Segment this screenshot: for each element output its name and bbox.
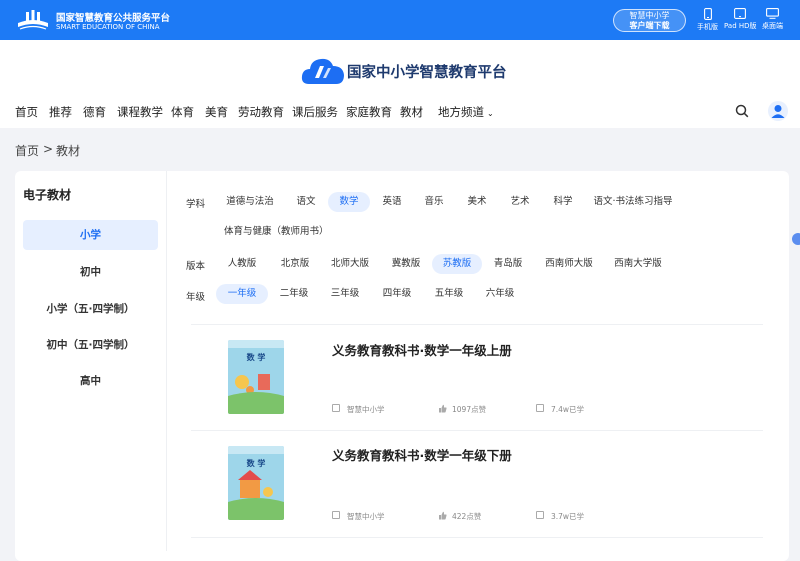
subject-chip-music[interactable]: 音乐	[416, 192, 452, 212]
device-desktop-label: 桌面端	[762, 22, 783, 30]
grade-chip-4[interactable]: 四年级	[379, 284, 415, 304]
subject-chip-english[interactable]: 英语	[374, 192, 410, 212]
edition-chip-jiangsu[interactable]: 苏教版	[432, 254, 482, 274]
book-likes: 422点赞	[452, 512, 482, 521]
edition-chip-qingdao[interactable]: 青岛版	[490, 254, 526, 274]
nav-item-arts[interactable]: 美育	[205, 104, 228, 120]
brand-name-en: SMART EDUCATION OF CHINA	[56, 23, 160, 31]
nav-item-sports[interactable]: 体育	[171, 104, 194, 120]
book-learned-count: 7.4w已学	[551, 405, 585, 414]
top-bar: 国家智慧教育公共服务平台 SMART EDUCATION OF CHINA 智慧…	[0, 0, 800, 40]
grade-chip-6[interactable]: 六年级	[482, 284, 518, 304]
learned-icon	[536, 404, 544, 412]
book-cover[interactable]: 数 学	[228, 340, 284, 414]
cover-illustration-icon	[228, 340, 284, 414]
subject-chip-math[interactable]: 数学	[328, 192, 370, 212]
book-likes: 1097点赞	[452, 405, 487, 414]
book-cover[interactable]: 数 学	[228, 446, 284, 520]
publisher-icon	[332, 404, 340, 412]
nav-item-moral[interactable]: 德育	[83, 104, 106, 120]
user-avatar[interactable]	[768, 101, 788, 121]
breadcrumb-current: 教材	[56, 144, 81, 158]
sidebar-item-junior[interactable]: 初中	[23, 257, 158, 287]
sidebar-title: 电子教材	[23, 188, 72, 202]
platform-cloud-logo-icon[interactable]	[301, 56, 345, 86]
grade-chip-3[interactable]: 三年级	[327, 284, 363, 304]
book-publisher: 智慧中小学	[347, 512, 385, 521]
floating-menu-icon[interactable]	[792, 233, 800, 245]
edition-chip-swnu[interactable]: 西南师大版	[542, 254, 596, 274]
brand-name-cn: 国家智慧教育公共服务平台	[56, 13, 171, 24]
grade-chip-5[interactable]: 五年级	[431, 284, 467, 304]
nav-item-home[interactable]: 首页	[15, 104, 38, 120]
subject-chip-moral-law[interactable]: 道德与法治	[220, 192, 280, 212]
device-pad-label: Pad HD版	[724, 22, 757, 30]
tablet-icon	[734, 8, 747, 19]
breadcrumb-home[interactable]: 首页	[15, 142, 39, 159]
edition-chip-beijing[interactable]: 北京版	[275, 254, 315, 274]
download-line1: 智慧中小学	[629, 11, 670, 20]
thumbs-up-icon	[439, 404, 447, 413]
grade-chip-1[interactable]: 一年级	[216, 284, 268, 304]
grade-filter-label: 年级	[186, 292, 206, 303]
subject-chip-fine-arts[interactable]: 美术	[459, 192, 495, 212]
book-publisher: 智慧中小学	[347, 405, 385, 414]
device-mobile[interactable]: 手机版	[697, 8, 718, 32]
phone-icon	[703, 8, 712, 20]
list-divider	[191, 537, 763, 538]
subject-chip-pe-teacher[interactable]: 体育与健康（教师用书）	[224, 222, 329, 242]
site-title: 国家中小学智慧教育平台	[347, 65, 507, 81]
edition-filter-label: 版本	[186, 261, 206, 272]
sidebar-divider	[166, 171, 167, 551]
sidebar-item-primary-54[interactable]: 小学（五·四学制）	[23, 294, 158, 324]
device-desktop[interactable]: 桌面端	[762, 8, 783, 31]
nav-item-textbook[interactable]: 教材	[400, 104, 423, 120]
list-divider	[191, 430, 763, 431]
device-mobile-label: 手机版	[697, 23, 718, 31]
nav-item-recommend[interactable]: 推荐	[49, 104, 72, 120]
user-icon	[771, 105, 785, 118]
monitor-icon	[766, 8, 779, 19]
sidebar-item-primary[interactable]: 小学	[23, 220, 158, 250]
nav-item-labor[interactable]: 劳动教育	[238, 104, 284, 120]
smart-education-logo-icon[interactable]	[16, 9, 50, 31]
list-divider	[191, 324, 763, 325]
chevron-down-icon: ⌄	[487, 109, 494, 118]
nav-item-local[interactable]: 地方频道 ⌄	[438, 104, 494, 120]
edition-chip-hebei[interactable]: 冀教版	[386, 254, 426, 274]
subject-chip-art[interactable]: 艺术	[502, 192, 538, 212]
subject-chip-science[interactable]: 科学	[545, 192, 581, 212]
subject-chip-calligraphy[interactable]: 语文·书法练习指导	[592, 192, 674, 212]
nav-item-family[interactable]: 家庭教育	[346, 104, 392, 120]
edition-chip-swu[interactable]: 西南大学版	[611, 254, 665, 274]
publisher-icon	[332, 511, 340, 519]
book-title[interactable]: 义务教育教科书·数学一年级上册	[332, 340, 512, 359]
book-title[interactable]: 义务教育教科书·数学一年级下册	[332, 445, 512, 464]
download-line2: 客户端下载	[629, 21, 670, 30]
thumbs-up-icon	[439, 511, 447, 520]
grade-chip-2[interactable]: 二年级	[276, 284, 312, 304]
sidebar-item-senior[interactable]: 高中	[23, 366, 158, 396]
learned-icon	[536, 511, 544, 519]
client-download-button[interactable]: 智慧中小学 客户端下载	[613, 9, 686, 32]
search-icon[interactable]	[735, 104, 749, 118]
device-pad[interactable]: Pad HD版	[724, 8, 757, 31]
book-learned-count: 3.7w已学	[551, 512, 585, 521]
nav-item-local-label: 地方频道	[438, 105, 484, 119]
subject-filter-label: 学科	[186, 199, 206, 210]
edition-chip-pep[interactable]: 人教版	[222, 254, 262, 274]
cover-illustration-icon	[228, 446, 284, 520]
subject-chip-chinese[interactable]: 语文	[288, 192, 324, 212]
nav-item-course[interactable]: 课程教学	[117, 104, 163, 120]
nav-item-afterschool[interactable]: 课后服务	[292, 104, 338, 120]
edition-chip-bnu[interactable]: 北师大版	[327, 254, 373, 274]
sidebar-item-junior-54[interactable]: 初中（五·四学制）	[23, 330, 158, 360]
breadcrumb-separator: >	[43, 142, 54, 156]
